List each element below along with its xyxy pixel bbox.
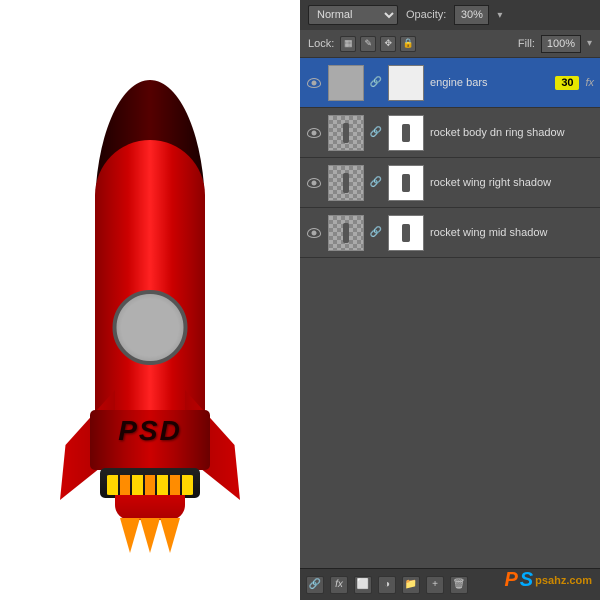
layer-thumb-body-shadow <box>328 115 364 151</box>
layer-name-wing-right: rocket wing right shadow <box>430 177 594 189</box>
layer-item-wing-right-shadow[interactable]: 🔗 rocket wing right shadow <box>300 158 600 208</box>
lock-all-btn[interactable]: 🔒 <box>400 36 416 52</box>
blend-mode-select[interactable]: Normal <box>308 5 398 25</box>
layer-name-body-shadow: rocket body dn ring shadow <box>430 127 594 139</box>
exhaust-arrow-left <box>120 518 140 553</box>
porthole <box>113 290 188 365</box>
opacity-arrow[interactable]: ▾ <box>497 10 502 21</box>
chain-icon-engine-bars: 🔗 <box>370 77 382 89</box>
lock-row: Lock: ▦ ✎ ✥ 🔒 Fill: ▾ <box>300 30 600 58</box>
chain-icon-wing-right: 🔗 <box>370 177 382 189</box>
fx-btn[interactable]: fx <box>330 576 348 594</box>
thumb-shape-wing-right <box>343 173 349 193</box>
opacity-input[interactable] <box>454 5 489 25</box>
chain-icon-body-shadow: 🔗 <box>370 127 382 139</box>
lock-position-btn[interactable]: ✥ <box>380 36 396 52</box>
lock-transparent-btn[interactable]: ▦ <box>340 36 356 52</box>
layer-badge-engine-bars: 30 <box>555 76 579 90</box>
exhaust <box>110 518 190 558</box>
ps-logo-s: S <box>520 569 533 592</box>
layer-name-engine-bars: engine bars <box>430 77 549 89</box>
ps-logo-p: P <box>504 569 517 592</box>
delete-layer-btn[interactable]: 🗑 <box>450 576 468 594</box>
layer-visibility-wing-mid[interactable] <box>306 225 322 241</box>
fill-input[interactable] <box>541 35 581 53</box>
layer-mask-wing-mid <box>388 215 424 251</box>
adjustment-btn[interactable]: ◑ <box>378 576 396 594</box>
eye-icon-engine-bars <box>307 78 321 88</box>
engine-bars <box>106 475 194 495</box>
folder-btn[interactable]: 📁 <box>402 576 420 594</box>
layer-item-engine-bars[interactable]: 🔗 engine bars 30 fx <box>300 58 600 108</box>
engine-bar-7 <box>182 475 193 495</box>
canvas-area: PSD <box>0 0 300 600</box>
eye-icon-wing-mid <box>307 228 321 238</box>
engine-bar-2 <box>120 475 131 495</box>
ps-watermark: P S psahz.com <box>504 569 592 592</box>
thumb-shape-wing-mid <box>343 223 349 243</box>
thumb-shape-body-shadow <box>343 123 349 143</box>
exhaust-arrow-right <box>160 518 180 553</box>
layers-panel: Normal Opacity: ▾ Lock: ▦ ✎ ✥ 🔒 Fill: ▾ <box>300 0 600 600</box>
nozzle <box>115 495 185 520</box>
layer-item-wing-mid-shadow[interactable]: 🔗 rocket wing mid shadow <box>300 208 600 258</box>
engine-bar-5 <box>157 475 168 495</box>
new-layer-btn[interactable]: + <box>426 576 444 594</box>
chain-icon-wing-mid: 🔗 <box>370 227 382 239</box>
engine-bar-6 <box>170 475 181 495</box>
eye-icon-body-shadow <box>307 128 321 138</box>
layer-thumb-engine-bars <box>328 65 364 101</box>
layer-visibility-body-shadow[interactable] <box>306 125 322 141</box>
link-layers-btn[interactable]: 🔗 <box>306 576 324 594</box>
engine-bar-1 <box>107 475 118 495</box>
layer-mask-engine-bars <box>388 65 424 101</box>
fill-arrow[interactable]: ▾ <box>587 38 592 49</box>
rocket-body <box>95 140 205 430</box>
engine-bar-3 <box>132 475 143 495</box>
layer-thumb-wing-right <box>328 165 364 201</box>
fill-label: Fill: <box>518 38 535 50</box>
layer-mask-wing-right <box>388 165 424 201</box>
ps-site: psahz.com <box>535 575 592 587</box>
fx-badge-engine-bars: fx <box>585 77 594 89</box>
mask-btn[interactable]: ⬜ <box>354 576 372 594</box>
rocket-psd-text: PSD <box>118 415 182 447</box>
layers-list: 🔗 engine bars 30 fx 🔗 <box>300 58 600 568</box>
layer-item-body-shadow[interactable]: 🔗 rocket body dn ring shadow <box>300 108 600 158</box>
lock-pixels-btn[interactable]: ✎ <box>360 36 376 52</box>
eye-icon-wing-right <box>307 178 321 188</box>
layer-mask-body-shadow <box>388 115 424 151</box>
lock-icons: ▦ ✎ ✥ 🔒 <box>340 36 416 52</box>
layer-name-wing-mid: rocket wing mid shadow <box>430 227 594 239</box>
rocket: PSD <box>50 80 250 560</box>
lock-label: Lock: <box>308 38 334 50</box>
panel-topbar: Normal Opacity: ▾ <box>300 0 600 30</box>
layer-visibility-wing-right[interactable] <box>306 175 322 191</box>
layer-thumb-wing-mid <box>328 215 364 251</box>
layer-visibility-engine-bars[interactable] <box>306 75 322 91</box>
opacity-label: Opacity: <box>406 9 446 21</box>
exhaust-arrow-center <box>140 518 160 553</box>
engine-bar-4 <box>145 475 156 495</box>
